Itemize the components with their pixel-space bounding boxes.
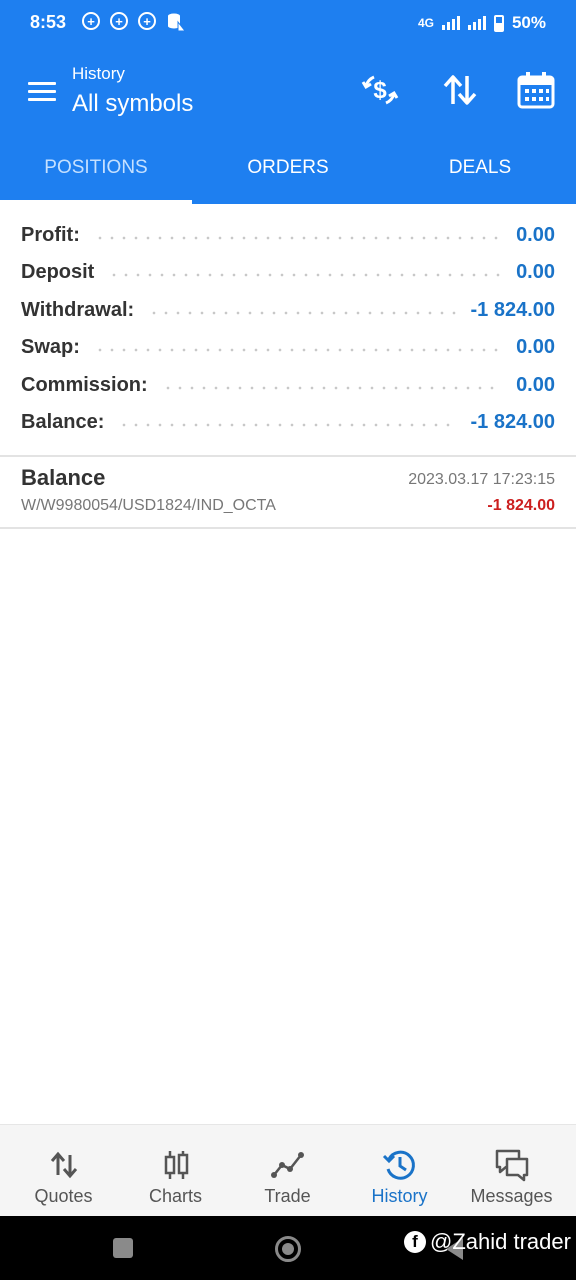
summary-value: -1 824.00 [470,410,555,433]
deal-timestamp: 2023.03.17 17:23:15 [408,471,555,488]
history-tabs: POSITIONS ORDERS DEALS [0,132,576,204]
charts-icon [164,1151,188,1179]
dot-leader [148,311,457,315]
sort-icon[interactable] [440,70,480,110]
app-bar: History All symbols $ [0,48,576,132]
menu-icon[interactable] [28,82,56,102]
currency-exchange-icon[interactable]: $ [360,70,400,110]
storage-icon [168,13,186,32]
status-time: 8:53 [30,12,67,32]
summary-row-swap: Swap: 0.00 [21,329,555,365]
nav-charts[interactable]: Charts [118,1125,233,1217]
quotes-icon [50,1151,77,1179]
status-bar: 8:53 + + + 4G 50% [0,0,576,48]
summary-value: 0.00 [516,223,555,246]
deal-type: Balance [21,465,106,490]
notification-plus-icon: + [110,12,128,30]
summary-value: 0.00 [516,260,555,283]
battery-level: 50% [511,13,546,32]
summary-label: Deposit [21,260,95,283]
summary-label: Withdrawal: [21,298,135,321]
notification-plus-icon: + [82,12,100,30]
summary-value: 0.00 [516,335,555,358]
home-button[interactable] [275,1236,301,1262]
dot-leader [108,273,503,277]
trade-icon [270,1152,304,1178]
summary-label: Swap: [21,335,80,358]
summary-row-profit: Profit: 0.00 [21,217,555,253]
status-right: 4G 50% [418,13,546,33]
summary-row-withdrawal: Withdrawal: -1 824.00 [21,292,555,328]
nav-label: Messages [470,1186,553,1206]
summary-row-balance: Balance: -1 824.00 [21,404,555,440]
summary-value: 0.00 [516,373,555,396]
active-tab-indicator [0,200,192,204]
summary-label: Balance: [21,410,105,433]
tab-orders[interactable]: ORDERS [192,132,384,204]
history-icon [382,1150,415,1180]
dot-leader [93,236,503,240]
notification-plus-icon: + [138,12,156,30]
dot-leader [93,348,503,352]
signal-icon [467,16,486,30]
nav-history[interactable]: History [342,1125,457,1217]
tab-deals[interactable]: DEALS [384,132,576,204]
nav-label: Quotes [34,1186,93,1206]
watermark: f @Zahid trader [404,1229,571,1255]
summary-row-deposit: Deposit 0.00 [21,254,555,290]
nav-messages[interactable]: Messages [454,1125,569,1217]
divider [0,455,576,457]
deal-amount: -1 824.00 [487,497,555,514]
watermark-text: @Zahid trader [430,1229,571,1254]
symbol-selector[interactable]: All symbols [72,90,193,118]
summary-value: -1 824.00 [470,298,555,321]
divider [0,527,576,529]
tab-positions[interactable]: POSITIONS [0,132,192,204]
nav-label: Charts [148,1186,202,1206]
signal-icon [441,16,460,30]
recent-apps-button[interactable] [113,1238,133,1258]
svg-text:$: $ [373,77,387,104]
deal-comment: W/W9980054/USD1824/IND_OCTA [21,497,276,514]
page-subtitle: History [72,64,125,83]
dot-leader [118,423,457,427]
notification-icons: + + + [82,12,186,32]
bottom-navigation: Quotes Charts Trade History Messages [0,1124,576,1216]
nav-label: Trade [264,1186,311,1206]
nav-trade[interactable]: Trade [230,1125,345,1217]
summary-row-commission: Commission: 0.00 [21,367,555,403]
nav-quotes[interactable]: Quotes [6,1125,121,1217]
nav-label: History [371,1186,428,1206]
calendar-icon[interactable] [516,70,556,110]
battery-icon [493,14,504,32]
network-type: 4G [417,16,434,30]
summary-label: Profit: [21,223,80,246]
messages-icon [495,1149,528,1182]
facebook-icon: f [404,1231,426,1253]
summary-label: Commission: [21,373,148,396]
dot-leader [161,386,503,390]
